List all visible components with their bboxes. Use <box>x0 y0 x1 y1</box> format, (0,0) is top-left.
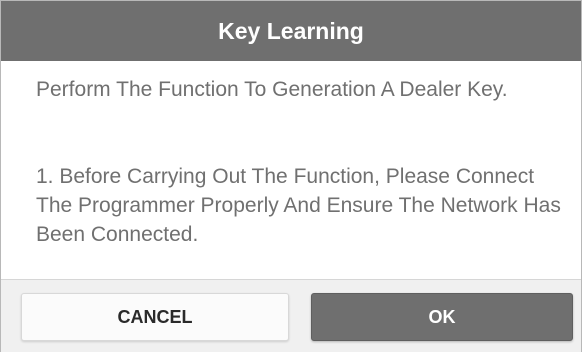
dialog-message-intro: Perform The Function To Generation A Dea… <box>36 78 508 101</box>
key-learning-dialog: Key Learning Perform The Function To Gen… <box>0 0 582 352</box>
ok-button[interactable]: OK <box>311 293 573 341</box>
dialog-body: Perform The Function To Generation A Dea… <box>1 61 581 279</box>
dialog-header: Key Learning <box>1 1 581 61</box>
dialog-message-instruction: 1. Before Carrying Out The Function, Ple… <box>36 165 561 246</box>
dialog-footer: CANCEL OK <box>1 279 581 352</box>
dialog-title: Key Learning <box>218 17 364 44</box>
cancel-button[interactable]: CANCEL <box>21 293 289 341</box>
